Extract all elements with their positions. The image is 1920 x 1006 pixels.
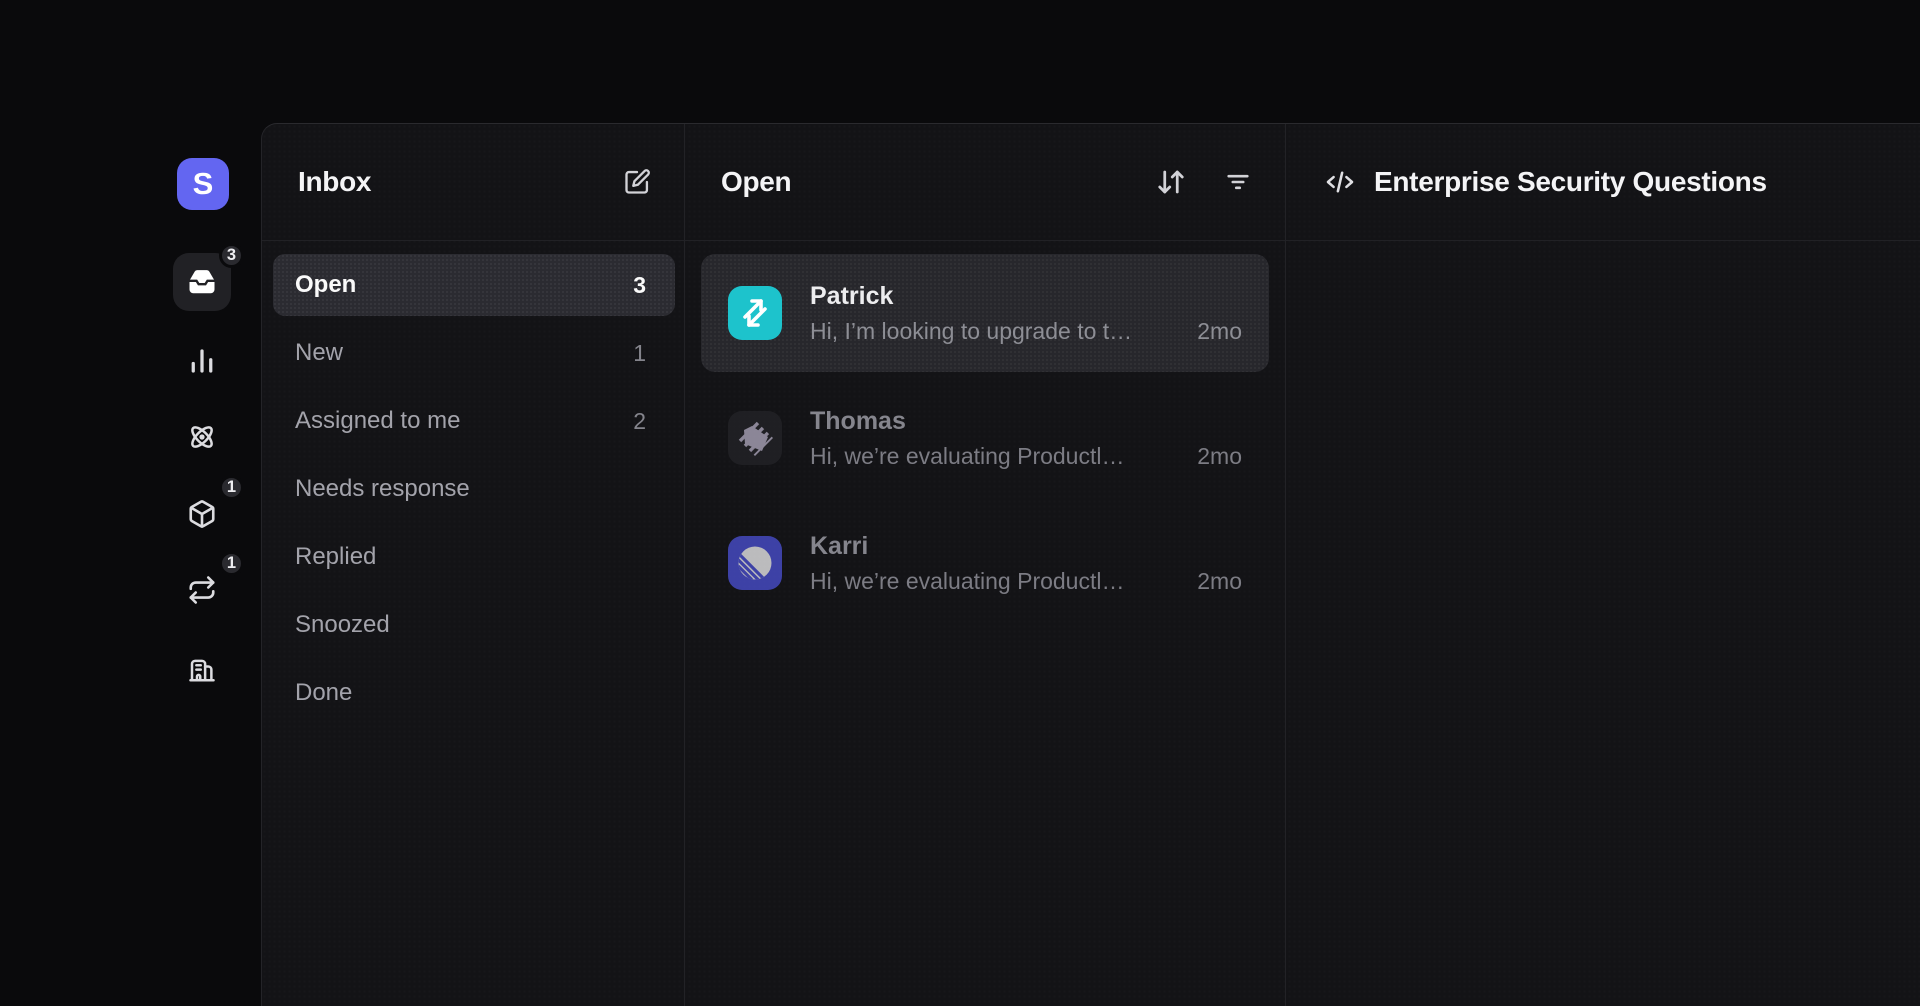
app-logo-letter: S (193, 166, 214, 202)
conversation-preview: Hi, I’m looking to upgrade to t… (810, 318, 1181, 345)
sort-button[interactable] (1156, 167, 1186, 197)
rail-item-inbox[interactable]: 3 (173, 253, 231, 311)
rail-item-cube[interactable]: 1 (173, 485, 231, 543)
folders-panel-title: Inbox (298, 166, 371, 198)
folder-snoozed[interactable]: Snoozed (273, 594, 675, 656)
inbox-tray-icon (187, 267, 217, 297)
code-brackets-icon (1323, 165, 1357, 199)
avatar-swap-arrows (728, 286, 782, 340)
building-icon (187, 654, 217, 684)
cube-icon (187, 499, 217, 529)
conversation-name: Karri (810, 532, 1242, 561)
list-panel-header: Open (685, 124, 1285, 241)
conversation-list-panel: Open (685, 124, 1286, 1006)
repeat-arrows-icon (187, 575, 217, 605)
folder-label: Open (295, 271, 356, 299)
conversation-name: Patrick (810, 282, 1242, 311)
compose-button[interactable] (623, 168, 651, 196)
folder-assigned-to-me[interactable]: Assigned to me 2 (273, 390, 675, 452)
filter-lines-icon (1224, 168, 1252, 196)
detail-panel-header: Enterprise Security Questions (1286, 124, 1920, 241)
folder-label: Needs response (295, 475, 470, 503)
inbox-badge: 3 (219, 243, 244, 268)
app-window: Inbox Open 3 New 1 Assigned to me (261, 123, 1920, 1006)
folder-label: Snoozed (295, 611, 390, 639)
list-panel-title: Open (721, 166, 791, 198)
rail-item-atom[interactable] (173, 408, 231, 466)
folder-label: New (295, 339, 343, 367)
conversation-time: 2mo (1197, 568, 1242, 595)
repeat-badge: 1 (219, 551, 244, 576)
folder-needs-response[interactable]: Needs response (273, 458, 675, 520)
folder-new[interactable]: New 1 (273, 322, 675, 384)
conversation-patrick[interactable]: Patrick Hi, I’m looking to upgrade to t…… (701, 254, 1269, 372)
conversation-time: 2mo (1197, 318, 1242, 345)
sort-arrows-icon (1156, 167, 1186, 197)
folder-label: Done (295, 679, 352, 707)
app-logo[interactable]: S (177, 158, 229, 210)
atom-icon (186, 421, 218, 453)
compose-icon (623, 168, 651, 196)
avatar-striped-globe-logo (728, 536, 782, 590)
bar-chart-icon (187, 346, 217, 376)
folder-count: 1 (633, 340, 646, 367)
conversation-list: Patrick Hi, I’m looking to upgrade to t…… (685, 241, 1285, 622)
rail-item-bar-chart[interactable] (173, 332, 231, 390)
cube-badge: 1 (219, 475, 244, 500)
folder-count: 2 (633, 408, 646, 435)
folders-panel: Inbox Open 3 New 1 Assigned to me (262, 124, 685, 1006)
folder-label: Replied (295, 543, 376, 571)
conversation-thomas[interactable]: Thomas Hi, we’re evaluating Productl… 2m… (701, 379, 1269, 497)
detail-body (1286, 241, 1920, 1006)
folder-done[interactable]: Done (273, 662, 675, 724)
folder-open[interactable]: Open 3 (273, 254, 675, 316)
folder-count: 3 (633, 272, 646, 299)
detail-panel: Enterprise Security Questions (1286, 124, 1920, 1006)
conversation-time: 2mo (1197, 443, 1242, 470)
rail-item-building[interactable] (173, 640, 231, 698)
filter-button[interactable] (1224, 168, 1252, 196)
folder-list: Open 3 New 1 Assigned to me 2 Needs resp… (262, 241, 684, 724)
folder-label: Assigned to me (295, 407, 460, 435)
rail-item-repeat[interactable]: 1 (173, 561, 231, 619)
folder-replied[interactable]: Replied (273, 526, 675, 588)
conversation-preview: Hi, we’re evaluating Productl… (810, 443, 1181, 470)
detail-panel-title: Enterprise Security Questions (1374, 166, 1767, 198)
folders-panel-header: Inbox (262, 124, 684, 241)
conversation-preview: Hi, we’re evaluating Productl… (810, 568, 1181, 595)
conversation-karri[interactable]: Karri Hi, we’re evaluating Productl… 2mo (701, 504, 1269, 622)
conversation-name: Thomas (810, 407, 1242, 436)
avatar-striped-arrow-logo (728, 411, 782, 465)
